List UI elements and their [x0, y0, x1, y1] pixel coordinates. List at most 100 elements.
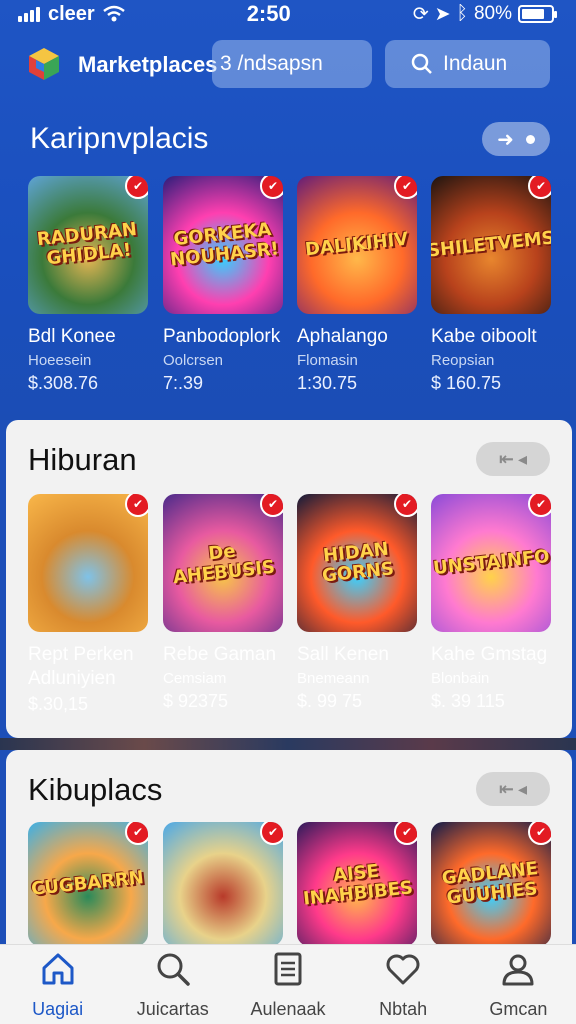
product-price: $. 99 75 [297, 691, 363, 711]
product-price: $. 39 115 [431, 691, 505, 711]
thumbnail-title: AISE INAHBIBES [302, 860, 414, 910]
section-title: Hiburan [28, 442, 137, 477]
bluetooth-icon: ᛒ [456, 3, 468, 24]
search-button[interactable]: Indaun [385, 40, 550, 88]
profile-icon [499, 950, 537, 993]
location-icon: ➤ [434, 3, 451, 25]
favorite-badge-icon[interactable]: ✔ [125, 822, 148, 845]
thumbnail-title: SHILETVEMS [431, 227, 551, 262]
product-thumbnail[interactable]: ✔ [28, 494, 148, 632]
scroll-control-button[interactable]: ⇤ ◂ [476, 772, 550, 806]
favorite-badge-icon[interactable]: ✔ [528, 822, 551, 845]
product-card[interactable]: AISE INAHBIBES ✔ [297, 822, 417, 946]
product-thumbnail[interactable]: HIDAN GORNS ✔ [297, 494, 417, 632]
product-thumbnail[interactable]: GORKEKA NOUHASR! ✔ [163, 176, 283, 314]
list-icon [269, 950, 307, 993]
product-thumbnail[interactable]: De AHEBUSIS ✔ [163, 494, 283, 632]
product-card[interactable]: ✔ [163, 822, 283, 946]
product-name: Rebe Gaman [163, 644, 277, 665]
favorite-badge-icon[interactable]: ✔ [260, 494, 283, 517]
section-title: Kibuplacs [28, 772, 163, 807]
product-name: Rept Perken [28, 644, 134, 665]
product-card[interactable]: SHILETVEMS ✔ Kabe oiboolt Reopsian $ 160.75 [431, 176, 551, 394]
product-subtitle: Bnemeann [297, 670, 370, 687]
product-thumbnail[interactable]: UNSTAINFO ✔ [431, 494, 551, 632]
product-thumbnail[interactable]: CUGBARRN ✔ [28, 822, 148, 946]
product-card[interactable]: CUGBARRN ✔ [28, 822, 148, 946]
product-name: Sall Kenen [297, 644, 389, 665]
product-thumbnail[interactable]: RADURAN GHIDLA! ✔ [28, 176, 148, 314]
product-price: $ 92375 [163, 691, 229, 711]
heart-icon [384, 950, 422, 993]
nav-item-home[interactable]: Uagiai [3, 950, 113, 1020]
thumbnail-title: UNSTAINFO [431, 545, 551, 580]
arrows-icon: ⇤ [498, 778, 515, 799]
nav-label: Nbtah [379, 998, 428, 1019]
dot-icon [525, 134, 535, 144]
product-subtitle: Hoeesein [28, 352, 92, 369]
thumbnail-title: DALIKIHIV [304, 228, 410, 261]
category-tab[interactable]: 3 /ndsapsn [212, 40, 372, 88]
nav-item-profile[interactable]: Gmcan [463, 950, 573, 1020]
nav-item-heart[interactable]: Nbtah [348, 950, 458, 1020]
search-label: Indaun [443, 52, 508, 75]
nav-label: Gmcan [489, 998, 548, 1019]
product-name: Panbodoplork [163, 326, 281, 347]
favorite-badge-icon[interactable]: ✔ [394, 176, 417, 199]
favorite-badge-icon[interactable]: ✔ [528, 176, 551, 199]
thumbnail-title: De AHEBUSIS [172, 540, 276, 589]
search-icon [154, 950, 192, 993]
thumbnail-title [82, 562, 94, 563]
arrows-icon: ⇤ [498, 448, 515, 469]
nav-label: Uagiai [32, 998, 84, 1019]
app-title: Marketplaces [78, 52, 218, 77]
app-logo-cube-icon [29, 48, 59, 80]
divider [0, 738, 576, 750]
chevron-left-icon: ◂ [518, 448, 528, 469]
product-price: $.30,15 [28, 694, 89, 714]
product-card[interactable]: ✔ Rept Perken Adluniyien $.30,15 [28, 494, 148, 715]
thumbnail-title: CUGBARRN [30, 867, 146, 900]
scroll-control-button[interactable]: ⇤ ◂ [476, 442, 550, 476]
product-thumbnail[interactable]: AISE INAHBIBES ✔ [297, 822, 417, 946]
favorite-badge-icon[interactable]: ✔ [394, 822, 417, 845]
alarm-icon: ⟳ [412, 3, 429, 25]
status-bar: cleer 2:50 ⟳ ➤ ᛒ 80% [0, 0, 576, 28]
nav-item-search[interactable]: Juicartas [118, 950, 228, 1020]
product-name: Bdl Konee [28, 326, 116, 347]
product-card[interactable]: GORKEKA NOUHASR! ✔ Panbodoplork Oolcrsen 7:.… [163, 176, 283, 394]
favorite-badge-icon[interactable]: ✔ [260, 176, 283, 199]
product-card[interactable]: HIDAN GORNS ✔ Sall Kenen Bnemeann $. 99 75 [297, 494, 417, 712]
battery-percent: 80% [473, 3, 512, 24]
favorite-badge-icon[interactable]: ✔ [125, 176, 148, 199]
favorite-badge-icon[interactable]: ✔ [125, 494, 148, 517]
see-more-button[interactable]: ➜ [482, 122, 550, 156]
wifi-icon [102, 5, 125, 22]
thumbnail-title: GADLANE GUUHIES [440, 858, 539, 909]
thumbnail-title: GORKEKA NOUHASR! [168, 218, 280, 271]
product-thumbnail[interactable]: DALIKIHIV ✔ [297, 176, 417, 314]
product-name-line2: Adluniyien [28, 668, 116, 689]
carrier-label: cleer [48, 2, 95, 25]
nav-label: Aulenaak [250, 998, 326, 1019]
product-name: Kahe Gmstag [431, 644, 548, 665]
favorite-badge-icon[interactable]: ✔ [528, 494, 551, 517]
favorite-badge-icon[interactable]: ✔ [260, 822, 283, 845]
featured-banner: cleer 2:50 ⟳ ➤ ᛒ 80% Marketplaces 3 /nds… [0, 0, 576, 420]
product-subtitle: Cemsiam [163, 670, 227, 687]
chevron-left-icon: ◂ [518, 778, 528, 799]
favorite-badge-icon[interactable]: ✔ [394, 494, 417, 517]
nav-item-list[interactable]: Aulenaak [233, 950, 343, 1020]
product-card[interactable]: GADLANE GUUHIES ✔ [431, 822, 551, 946]
product-thumbnail[interactable]: ✔ [163, 822, 283, 946]
home-icon [39, 950, 77, 993]
product-thumbnail[interactable]: SHILETVEMS ✔ [431, 176, 551, 314]
product-card[interactable]: De AHEBUSIS ✔ Rebe Gaman Cemsiam $ 92375 [163, 494, 283, 712]
product-card[interactable]: UNSTAINFO ✔ Kahe Gmstag Blonbain $. 39 115 [431, 494, 551, 712]
product-thumbnail[interactable]: GADLANE GUUHIES ✔ [431, 822, 551, 946]
product-price: 7:.39 [163, 373, 204, 393]
product-card[interactable]: RADURAN GHIDLA! ✔ Bdl Konee Hoeesein $.308.7… [28, 176, 148, 394]
product-card[interactable]: DALIKIHIV ✔ Aphalango Flomasin 1:30.75 [297, 176, 417, 394]
nav-label: Juicartas [136, 998, 209, 1019]
search-icon [411, 53, 432, 74]
